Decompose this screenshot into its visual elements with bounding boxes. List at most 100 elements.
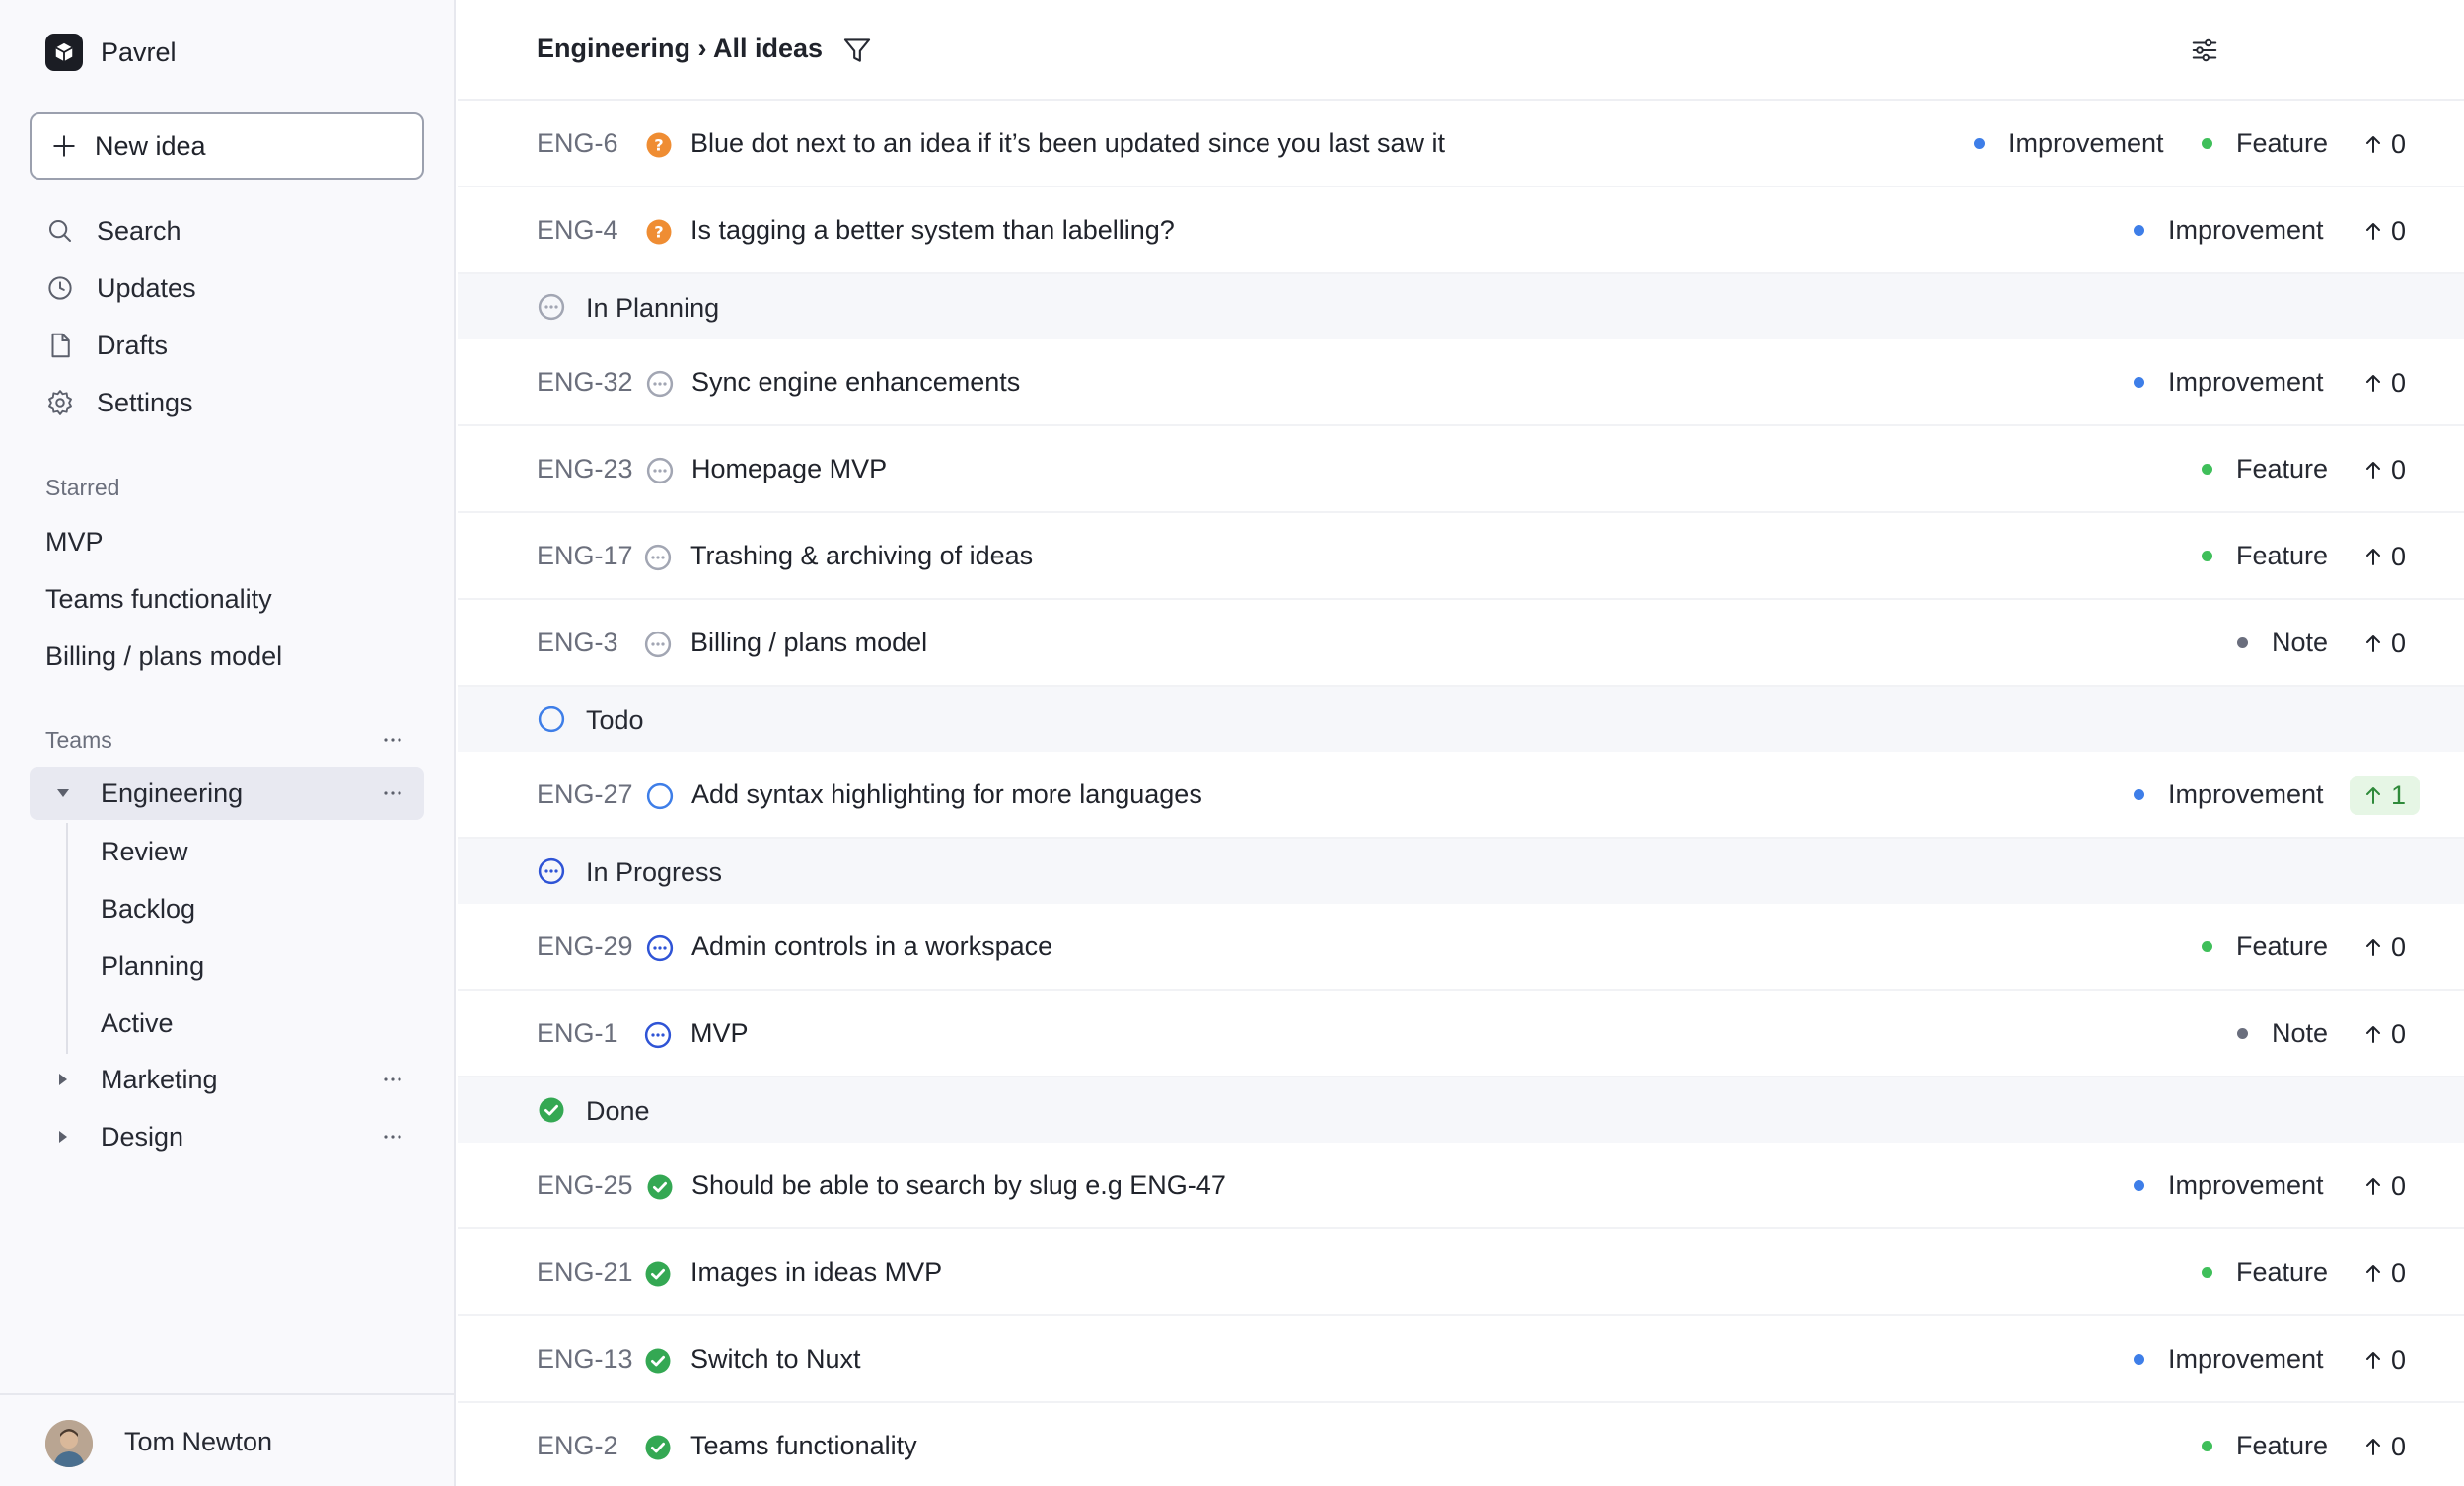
status-in-progress-icon[interactable] (643, 1020, 673, 1050)
idea-row[interactable]: ENG-3 Billing / plans model Note 0 (458, 600, 2464, 687)
label-note[interactable]: Note (2237, 1018, 2328, 1049)
status-planning-icon[interactable] (643, 630, 673, 659)
idea-row[interactable]: ENG-13 Switch to Nuxt Improvement 0 (458, 1316, 2464, 1403)
nav-search[interactable]: Search (45, 208, 181, 254)
team-view-backlog[interactable]: Backlog (101, 894, 195, 925)
idea-title: Homepage MVP (691, 454, 888, 483)
label-improvement[interactable]: Improvement (2134, 367, 2324, 398)
vote-button[interactable]: 0 (2359, 928, 2410, 967)
vote-button[interactable]: 0 (2359, 1166, 2410, 1206)
vote-button[interactable]: 0 (2359, 1253, 2410, 1293)
starred-item[interactable]: Teams functionality (45, 584, 272, 615)
status-planning-icon[interactable] (643, 543, 673, 572)
breadcrumb-team[interactable]: Engineering (537, 34, 690, 63)
label-feature[interactable]: Feature (2202, 1431, 2328, 1461)
team-more-icon[interactable] (381, 1068, 404, 1091)
group-header-in-progress[interactable]: In Progress (458, 839, 2464, 904)
team-engineering[interactable]: Engineering (30, 767, 424, 820)
group-header-in-planning[interactable]: In Planning (458, 274, 2464, 339)
status-review-icon[interactable]: ? (644, 217, 674, 247)
starred-item[interactable]: Billing / plans model (45, 641, 282, 672)
label-text: Feature (2236, 931, 2329, 961)
team-marketing[interactable]: Marketing (30, 1053, 424, 1106)
team-view-planning[interactable]: Planning (101, 951, 204, 982)
label-feature[interactable]: Feature (2202, 1257, 2328, 1288)
label-note[interactable]: Note (2237, 628, 2328, 658)
team-view-active[interactable]: Active (101, 1008, 174, 1039)
group-header-todo[interactable]: Todo (458, 687, 2464, 752)
idea-title: Images in ideas MVP (690, 1257, 943, 1287)
idea-row[interactable]: ENG-21 Images in ideas MVP Feature 0 (458, 1229, 2464, 1316)
team-label: Engineering (101, 778, 244, 808)
idea-slug: ENG-23 (537, 454, 633, 483)
teams-more-icon[interactable] (381, 728, 404, 752)
workspace-switcher[interactable]: Pavrel (45, 34, 177, 71)
vote-button[interactable]: 0 (2359, 1427, 2410, 1466)
status-in-progress-icon[interactable] (645, 933, 675, 963)
caret-right-icon[interactable] (55, 1072, 71, 1087)
vote-button[interactable]: 0 (2359, 363, 2410, 403)
vote-button[interactable]: 0 (2359, 537, 2410, 576)
group-name: In Progress (586, 857, 723, 887)
label-feature[interactable]: Feature (2202, 128, 2328, 159)
label-improvement[interactable]: Improvement (1974, 128, 2164, 159)
idea-row[interactable]: ENG-23 Homepage MVP Feature 0 (458, 426, 2464, 513)
vote-button[interactable]: 0 (2359, 1014, 2410, 1054)
status-done-icon[interactable] (643, 1346, 673, 1375)
avatar[interactable] (45, 1420, 93, 1467)
idea-row[interactable]: ENG-29 Admin controls in a workspace Fea… (458, 904, 2464, 991)
nav-drafts[interactable]: Drafts (45, 323, 168, 368)
vote-button[interactable]: 0 (2359, 1340, 2410, 1379)
idea-row[interactable]: ENG-1 MVP Note 0 (458, 991, 2464, 1077)
label-feature[interactable]: Feature (2202, 541, 2328, 571)
team-design[interactable]: Design (30, 1110, 424, 1163)
vote-button[interactable]: 1 (2350, 776, 2421, 815)
label-improvement[interactable]: Improvement (2134, 780, 2324, 810)
idea-row[interactable]: ENG-6 ? Blue dot next to an idea if it’s… (458, 101, 2464, 187)
team-view-review[interactable]: Review (101, 837, 188, 867)
nav-updates[interactable]: Updates (45, 265, 196, 311)
group-header-done[interactable]: Done (458, 1077, 2464, 1143)
status-todo-icon (538, 706, 565, 733)
starred-item[interactable]: MVP (45, 527, 104, 557)
status-review-icon[interactable]: ? (644, 130, 674, 160)
label-text: Improvement (2168, 780, 2324, 809)
idea-row[interactable]: ENG-32 Sync engine enhancements Improvem… (458, 339, 2464, 426)
tree-line (66, 823, 68, 1054)
label-feature[interactable]: Feature (2202, 454, 2328, 484)
label-improvement[interactable]: Improvement (2134, 215, 2324, 246)
user-menu[interactable]: Tom Newton (0, 1393, 456, 1486)
label-improvement[interactable]: Improvement (2134, 1344, 2324, 1375)
label-improvement[interactable]: Improvement (2134, 1170, 2324, 1201)
status-done-icon[interactable] (643, 1259, 673, 1289)
idea-row[interactable]: ENG-2 Teams functionality Feature 0 (458, 1403, 2464, 1486)
status-todo-icon[interactable] (645, 781, 675, 811)
plus-icon (53, 135, 75, 157)
filter-icon[interactable] (840, 34, 874, 67)
idea-row[interactable]: ENG-4 ? Is tagging a better system than … (458, 187, 2464, 274)
vote-button[interactable]: 0 (2359, 450, 2410, 489)
display-settings-icon[interactable] (2190, 36, 2219, 65)
idea-row[interactable]: ENG-25 Should be able to search by slug … (458, 1143, 2464, 1229)
caret-down-icon[interactable] (55, 785, 71, 801)
status-planning-icon[interactable] (645, 456, 675, 485)
label-feature[interactable]: Feature (2202, 931, 2328, 962)
team-more-icon[interactable] (381, 1125, 404, 1149)
idea-title: Add syntax highlighting for more languag… (691, 780, 1202, 809)
idea-slug: ENG-13 (537, 1344, 633, 1374)
idea-row[interactable]: ENG-17 Trashing & archiving of ideas Fea… (458, 513, 2464, 600)
clock-icon (48, 276, 72, 300)
nav-settings[interactable]: Settings (45, 380, 193, 425)
vote-button[interactable]: 0 (2359, 124, 2410, 164)
idea-row[interactable]: ENG-27 Add syntax highlighting for more … (458, 752, 2464, 839)
team-more-icon[interactable] (381, 781, 404, 805)
new-idea-button[interactable]: New idea (30, 112, 424, 180)
top-bar: Engineering › All ideas (458, 0, 2464, 101)
vote-button[interactable]: 0 (2359, 211, 2410, 251)
caret-right-icon[interactable] (55, 1129, 71, 1145)
vote-count: 0 (2391, 454, 2407, 484)
status-done-icon[interactable] (643, 1433, 673, 1462)
status-done-icon[interactable] (645, 1172, 675, 1202)
status-planning-icon[interactable] (645, 369, 675, 399)
vote-button[interactable]: 0 (2359, 624, 2410, 663)
